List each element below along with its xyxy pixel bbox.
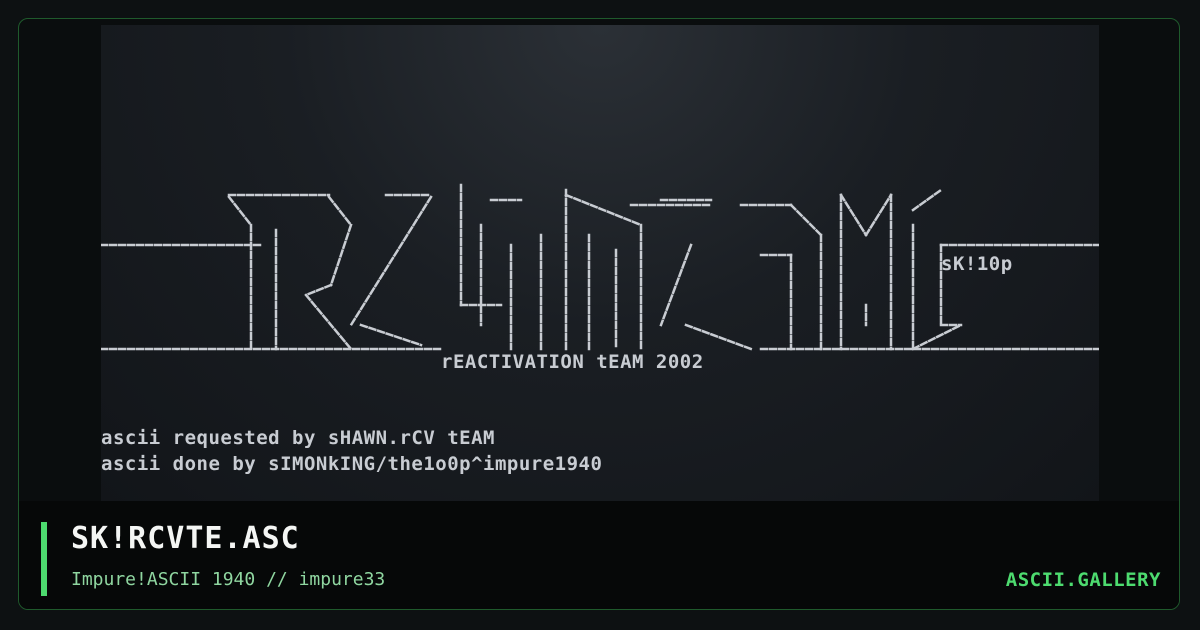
file-title: SK!RCVTE.ASC [71,521,300,556]
ascii-author-tag: sK!10p [941,253,1013,275]
file-subtitle: Impure!ASCII 1940 // impure33 [71,569,386,590]
accent-bar [41,522,47,596]
ascii-credit-done: ascii done by sIMONkING/the1o0p^impure19… [101,453,603,475]
page: sK!10p rEACTIVATION tEAM 2002 ascii requ… [0,0,1200,630]
ascii-credit-requested: ascii requested by sHAWN.rCV tEAM [101,427,495,449]
info-footer: SK!RCVTE.ASC Impure!ASCII 1940 // impure… [19,501,1179,609]
site-link[interactable]: ASCII.GALLERY [1006,569,1161,591]
ascii-preview[interactable]: sK!10p rEACTIVATION tEAM 2002 ascii requ… [101,25,1099,501]
card-frame: sK!10p rEACTIVATION tEAM 2002 ascii requ… [18,18,1180,610]
ascii-tagline: rEACTIVATION tEAM 2002 [441,351,704,373]
